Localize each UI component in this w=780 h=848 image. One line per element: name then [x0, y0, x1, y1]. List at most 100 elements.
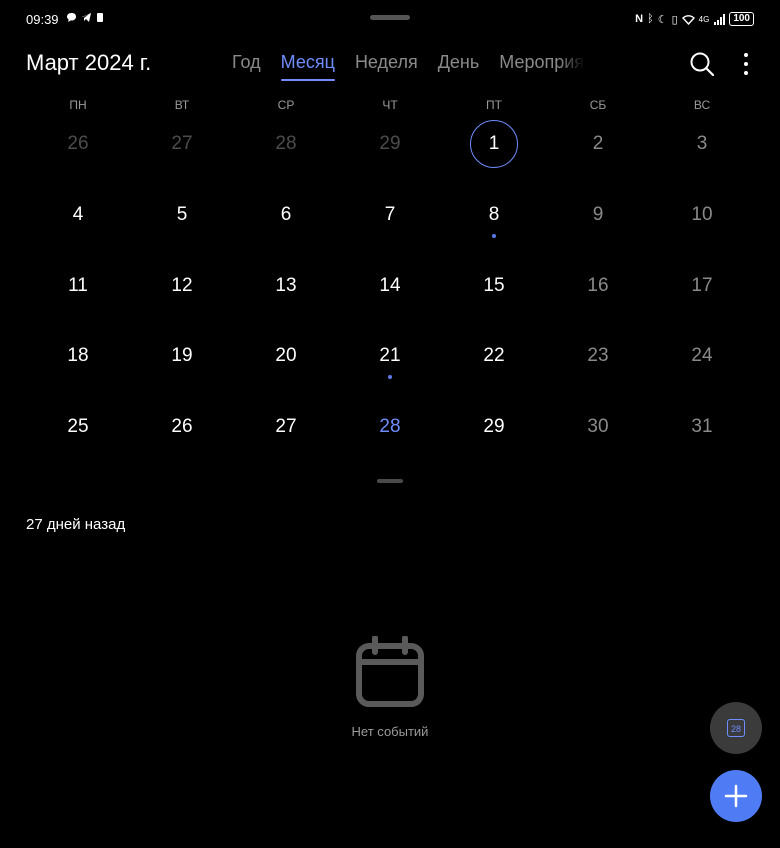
day-number: 20	[275, 345, 297, 366]
calendar-day[interactable]: 22	[442, 328, 546, 398]
sim-icon	[97, 13, 103, 22]
calendar-day[interactable]: 9	[546, 187, 650, 257]
day-number: 29	[483, 416, 505, 437]
calendar-day[interactable]: 10	[650, 187, 754, 257]
signal-type-label: 4G	[698, 14, 710, 24]
today-date-label: 28	[730, 724, 741, 734]
calendar-day[interactable]: 30	[546, 399, 650, 469]
day-number: 31	[691, 416, 713, 437]
calendar-day[interactable]: 18	[26, 328, 130, 398]
calendar-day[interactable]: 13	[234, 258, 338, 328]
no-events-text: Нет событий	[351, 724, 429, 739]
calendar-day[interactable]: 25	[26, 399, 130, 469]
calendar-day[interactable]: 12	[130, 258, 234, 328]
vibrate-icon: ▯	[671, 13, 678, 26]
day-number: 26	[171, 416, 193, 437]
day-number: 12	[171, 275, 193, 296]
tab-month[interactable]: Месяц	[280, 52, 336, 81]
panel-drag-handle[interactable]	[377, 479, 403, 483]
calendar-day[interactable]: 28	[234, 116, 338, 186]
day-number: 15	[483, 275, 505, 296]
signal-bars-icon	[714, 13, 726, 25]
calendar-day[interactable]: 20	[234, 328, 338, 398]
calendar-day[interactable]: 27	[234, 399, 338, 469]
tab-day[interactable]: День	[438, 52, 480, 73]
day-number: 18	[67, 345, 89, 366]
calendar-day[interactable]: 19	[130, 328, 234, 398]
calendar-day[interactable]: 5	[130, 187, 234, 257]
calendar-day[interactable]: 27	[130, 116, 234, 186]
calendar-day[interactable]: 8	[442, 187, 546, 257]
tab-week[interactable]: Неделя	[355, 52, 418, 73]
day-number: 28	[275, 133, 297, 154]
weekday-header: ПН	[69, 98, 87, 112]
day-number: 27	[275, 416, 297, 437]
calendar-day[interactable]: 26	[26, 116, 130, 186]
day-number: 10	[691, 204, 713, 225]
calendar-day[interactable]: 3	[650, 116, 754, 186]
calendar-day[interactable]: 23	[546, 328, 650, 398]
day-number: 9	[592, 204, 604, 225]
calendar-day[interactable]: 7	[338, 187, 442, 257]
calendar-day-selected[interactable]: 1	[442, 116, 546, 186]
day-number: 16	[587, 275, 609, 296]
search-icon	[690, 52, 715, 77]
day-number: 19	[171, 345, 193, 366]
status-time: 09:39	[26, 12, 59, 27]
calendar-day[interactable]: 14	[338, 258, 442, 328]
telegram-icon	[82, 13, 91, 22]
weekday-header: СР	[277, 98, 295, 112]
calendar-day[interactable]: 31	[650, 399, 754, 469]
day-number: 27	[171, 133, 193, 154]
calendar-day[interactable]: 26	[130, 399, 234, 469]
calendar-day[interactable]: 15	[442, 258, 546, 328]
calendar-day[interactable]: 21	[338, 328, 442, 398]
wifi-icon	[681, 14, 695, 25]
battery-indicator: 100	[729, 12, 754, 26]
nfc-icon: N	[635, 13, 644, 25]
day-number: 24	[691, 345, 713, 366]
day-number: 17	[691, 275, 713, 296]
calendar-day[interactable]: 4	[26, 187, 130, 257]
do-not-disturb-moon-icon: ☾	[657, 13, 668, 26]
calendar-day[interactable]: 17	[650, 258, 754, 328]
day-number: 7	[384, 204, 396, 225]
more-vert-icon	[744, 53, 748, 75]
window-drag-handle[interactable]	[370, 15, 410, 20]
more-options-button[interactable]	[736, 50, 756, 78]
empty-calendar-icon	[355, 635, 425, 708]
day-number: 30	[587, 416, 609, 437]
status-right-icons: N ᛒ ☾ ▯ 4G 100	[635, 12, 754, 26]
day-number: 13	[275, 275, 297, 296]
go-to-today-button[interactable]: 28	[710, 702, 762, 754]
tab-events[interactable]: Мероприя	[499, 52, 585, 73]
day-number: 6	[280, 204, 292, 225]
calendar-day[interactable]: 29	[338, 116, 442, 186]
add-event-button[interactable]	[710, 770, 762, 822]
calendar-day[interactable]: 29	[442, 399, 546, 469]
weekday-header: СБ	[589, 98, 607, 112]
weekday-header: ВТ	[174, 98, 190, 112]
weekday-header: ЧТ	[382, 98, 398, 112]
calendar-day[interactable]: 24	[650, 328, 754, 398]
weekday-header: ВС	[693, 98, 711, 112]
day-number: 21	[379, 345, 401, 366]
tab-year[interactable]: Год	[232, 52, 261, 73]
calendar-day[interactable]: 11	[26, 258, 130, 328]
calendar-day[interactable]: 16	[546, 258, 650, 328]
day-number: 29	[379, 133, 401, 154]
day-number: 5	[176, 204, 188, 225]
bluetooth-icon: ᛒ	[647, 13, 654, 25]
plus-icon	[724, 784, 748, 808]
day-number: 2	[592, 133, 604, 154]
day-number: 3	[696, 133, 708, 154]
calendar-day[interactable]: 2	[546, 116, 650, 186]
day-number: 4	[72, 204, 84, 225]
day-number: 8	[488, 204, 500, 225]
calendar-day[interactable]: 6	[234, 187, 338, 257]
day-number: 25	[67, 416, 89, 437]
search-button[interactable]	[688, 50, 716, 78]
calendar-day-today[interactable]: 28	[338, 399, 442, 469]
month-title[interactable]: Март 2024 г.	[26, 50, 151, 76]
day-number: 14	[379, 275, 401, 296]
